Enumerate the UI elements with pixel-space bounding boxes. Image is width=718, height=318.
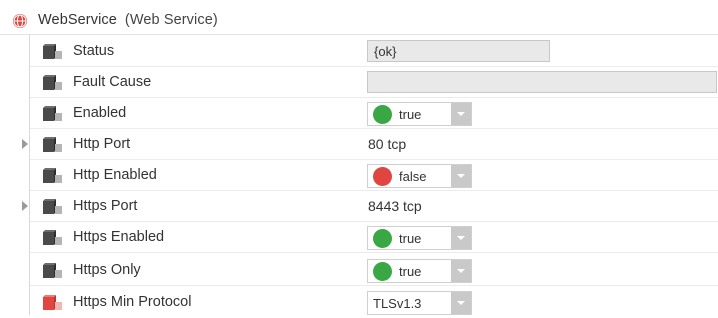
https-only-select[interactable]: true [367,259,472,283]
slot-icon [41,262,63,280]
property-row-https-enabled[interactable]: Https Enabled true [0,222,718,253]
property-row-fault-cause[interactable]: Fault Cause [0,67,718,98]
property-label: Http Port [73,136,131,152]
chevron-down-icon[interactable] [451,292,471,314]
component-type: (Web Service) [124,12,218,28]
status-field: {ok} [367,40,550,62]
true-status-icon [373,262,392,281]
row-divider [30,252,718,253]
component-title: WebService (Web Service) [38,12,218,28]
slot-icon [41,229,63,247]
false-status-icon [373,167,392,186]
expand-arrow-icon[interactable] [22,201,28,211]
property-row-https-only[interactable]: Https Only true [0,255,718,286]
property-row-https-port[interactable]: Https Port 8443 tcp [0,191,718,222]
http-enabled-select[interactable]: false [367,164,472,188]
slot-icon-highlighted [41,294,63,312]
slot-icon [41,74,63,92]
select-value: false [399,169,427,184]
property-label: Enabled [73,105,127,121]
https-min-protocol-select[interactable]: TLSv1.3 [367,291,472,315]
property-row-http-enabled[interactable]: Http Enabled false [0,160,718,191]
property-label: Https Port [73,198,138,214]
globe-icon [13,14,27,28]
property-row-https-min-protocol[interactable]: Https Min Protocol TLSv1.3 [0,287,718,318]
header-divider [0,34,718,35]
true-status-icon [373,229,392,248]
property-row-status[interactable]: Status {ok} [0,36,718,67]
chevron-down-icon[interactable] [451,227,471,249]
chevron-down-icon[interactable] [451,103,471,125]
true-status-icon [373,105,392,124]
row-divider [30,285,718,286]
property-label: Https Min Protocol [73,294,192,310]
select-value: true [399,264,422,279]
select-value: true [399,107,422,122]
select-value: TLSv1.3 [373,296,422,311]
https-port-value: 8443 tcp [368,198,422,214]
property-row-enabled[interactable]: Enabled true [0,98,718,129]
chevron-down-icon[interactable] [451,260,471,282]
property-row-http-port[interactable]: Http Port 80 tcp [0,129,718,160]
enabled-select[interactable]: true [367,102,472,126]
slot-icon [41,105,63,123]
expand-arrow-icon[interactable] [22,139,28,149]
property-label: Https Enabled [73,229,165,245]
component-header[interactable]: WebService (Web Service) [0,9,718,33]
fault-cause-field [367,71,717,93]
slot-icon [41,167,63,185]
select-value: true [399,231,422,246]
property-label: Fault Cause [73,74,152,90]
slot-icon [41,43,63,61]
property-label: Https Only [73,262,141,278]
slot-icon [41,136,63,154]
http-port-value: 80 tcp [368,136,407,152]
property-label: Http Enabled [73,167,157,183]
component-name: WebService [38,12,117,28]
property-label: Status [73,43,115,59]
chevron-down-icon[interactable] [451,165,471,187]
https-enabled-select[interactable]: true [367,226,472,250]
slot-icon [41,198,63,216]
